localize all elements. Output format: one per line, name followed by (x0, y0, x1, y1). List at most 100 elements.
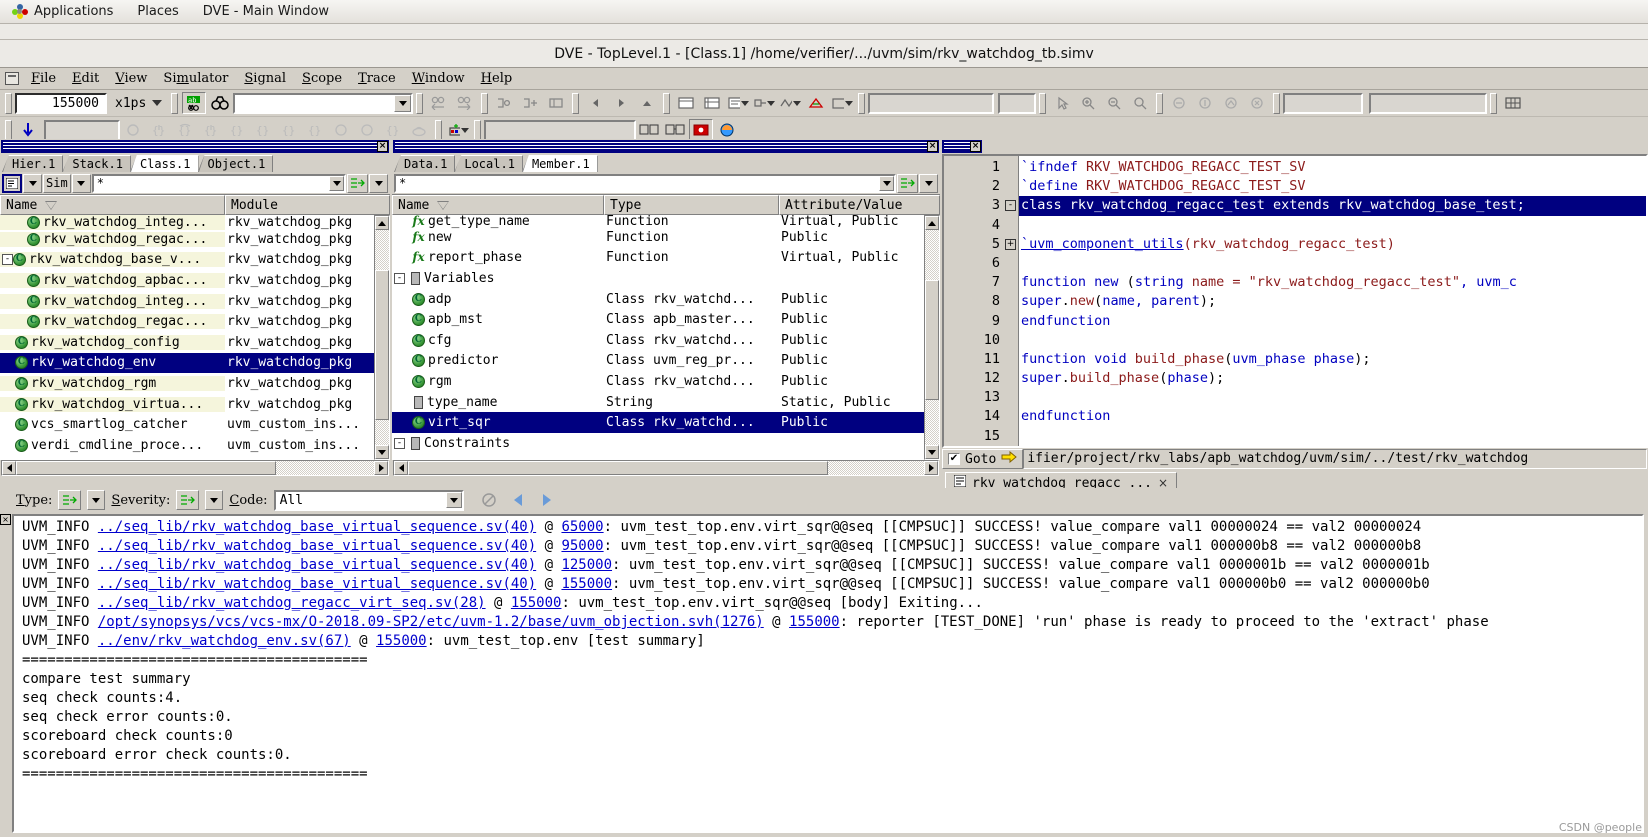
code-line[interactable]: super.new(name, parent); (1019, 292, 1646, 311)
toolbar-blank-field-1[interactable] (868, 93, 994, 114)
table-row[interactable]: Crkv_watchdog_regac...rkv_watchdog_pkg (0, 311, 374, 332)
member-panel-close-icon[interactable]: × (927, 141, 938, 152)
toolbar2-grip-2-icon[interactable] (435, 120, 442, 141)
log-severity-filter-button[interactable] (176, 490, 199, 510)
next-match-icon[interactable] (453, 92, 477, 114)
prev-match-icon[interactable] (427, 92, 451, 114)
class-filter-input[interactable]: * (92, 174, 346, 193)
step-over-icon[interactable]: {} (173, 119, 197, 141)
toolbar-grip-7-icon[interactable] (858, 93, 865, 114)
toolbar-grip-1-icon[interactable] (5, 93, 12, 114)
toolbar-grip-6-icon[interactable] (663, 93, 670, 114)
tab-data-1[interactable]: Data.1 (394, 155, 455, 172)
log-link[interactable]: ../seq_lib/rkv_watchdog_regacc_virt_seq.… (98, 595, 486, 611)
member-scroll-up-icon[interactable] (925, 216, 939, 230)
zoom-in-icon[interactable] (1076, 92, 1100, 114)
places-menu[interactable]: Places (125, 2, 190, 21)
class-hscroll-right-icon[interactable] (374, 461, 388, 475)
log-code-dropdown-icon[interactable] (446, 492, 462, 508)
table-row[interactable]: type_nameStringStatic, Public (392, 392, 924, 413)
signal-group-icon[interactable] (544, 92, 568, 114)
table-row[interactable]: Capb_mstClass apb_master...Public (392, 309, 924, 330)
log-link[interactable]: 155000 (561, 576, 612, 592)
member-scroll-track[interactable] (925, 230, 939, 445)
code-line[interactable]: `define RKV_WATCHDOG_REGACC_TEST_SV (1019, 177, 1646, 196)
fold-toggle-icon[interactable]: - (1005, 200, 1016, 211)
member-tree[interactable]: fxget_type_nameFunctionVirtual, Public fx… (392, 215, 924, 460)
member-tree-vscrollbar[interactable] (924, 215, 940, 460)
menu-file[interactable]: File (23, 70, 64, 87)
new-schematic-icon[interactable] (752, 92, 776, 114)
simulation-time-input[interactable]: 155000 (15, 93, 107, 114)
goto-arrow-icon[interactable] (1001, 451, 1017, 467)
log-link[interactable]: ../seq_lib/rkv_watchdog_base_virtual_seq… (98, 519, 536, 535)
code-line[interactable]: function void build_phase(uvm_phase phas… (1019, 350, 1646, 369)
window-task-button[interactable]: DVE - Main Window (191, 2, 341, 21)
cursor-icon[interactable] (1050, 92, 1074, 114)
signal-add-icon[interactable] (492, 92, 516, 114)
toolbar2-grip-1-icon[interactable] (5, 120, 12, 141)
add-signal-icon[interactable] (446, 119, 470, 141)
table-row[interactable]: Crkv_watchdog_regac...rkv_watchdog_pkg (0, 229, 374, 250)
class-scroll-down-icon[interactable] (375, 445, 389, 459)
member-filter-options-dropdown-icon[interactable] (919, 174, 938, 193)
log-link[interactable]: ../seq_lib/rkv_watchdog_base_virtual_seq… (98, 557, 536, 573)
tab-stack-1[interactable]: Stack.1 (62, 155, 131, 172)
class-tree-hscrollbar[interactable] (1, 460, 389, 476)
member-column-attr[interactable]: Attribute/Value (779, 195, 940, 215)
nav-up-icon[interactable] (635, 92, 659, 114)
log-type-dropdown-icon[interactable] (87, 490, 105, 510)
trace-drivers-icon[interactable] (1167, 92, 1191, 114)
menu-scope[interactable]: Scope (294, 70, 350, 87)
log-type-filter-button[interactable] (58, 490, 81, 510)
toolbar2-blank-field[interactable] (44, 120, 120, 141)
log-clear-icon[interactable] (478, 490, 501, 510)
step-into-icon[interactable]: {} (147, 119, 171, 141)
search-dropdown-icon[interactable] (394, 95, 411, 112)
log-link[interactable]: ../seq_lib/rkv_watchdog_base_virtual_seq… (98, 538, 536, 554)
new-source-window-icon[interactable] (726, 92, 750, 114)
menu-edit[interactable]: Edit (64, 70, 107, 87)
member-filter-apply-icon[interactable] (897, 174, 918, 193)
tree-expander-icon[interactable]: - (394, 273, 405, 284)
log-link[interactable]: 155000 (511, 595, 562, 611)
save-session-icon[interactable] (407, 119, 431, 141)
log-next-icon[interactable] (536, 490, 559, 510)
goto-checkbox[interactable]: ✔ (948, 453, 960, 465)
table-row[interactable]: fxget_type_nameFunctionVirtual, Public (392, 215, 924, 227)
menu-help[interactable]: Help (473, 70, 521, 87)
table-row[interactable]: fxreport_phaseFunctionVirtual, Public (392, 248, 924, 269)
sim-scope-dropdown-icon[interactable] (72, 174, 91, 193)
code-line[interactable]: endfunction (1019, 407, 1646, 426)
grid-toggle-icon[interactable] (1501, 92, 1525, 114)
table-row[interactable]: Crkv_watchdog_configrkv_watchdog_pkg (0, 332, 374, 353)
trace-any-edge-icon[interactable] (1219, 92, 1243, 114)
toolbar-grip-2-icon[interactable] (171, 93, 178, 114)
tree-expander-icon[interactable]: - (394, 438, 405, 449)
member-filter-dropdown-icon[interactable] (879, 176, 894, 191)
class-column-name[interactable]: Name (0, 195, 225, 215)
table-row[interactable]: Crkv_watchdog_apbac...rkv_watchdog_pkg (0, 270, 374, 291)
trace-value-icon[interactable] (1245, 92, 1269, 114)
tab-hier-1[interactable]: Hier.1 (2, 155, 63, 172)
toolbar-grip-8-icon[interactable] (1039, 93, 1046, 114)
class-scroll-up-icon[interactable] (375, 216, 389, 230)
record-icon[interactable] (689, 119, 713, 141)
log-link[interactable]: 125000 (561, 557, 612, 573)
trace-loads-icon[interactable] (1193, 92, 1217, 114)
new-path-schematic-icon[interactable] (778, 92, 802, 114)
continue-icon[interactable]: {} (303, 119, 327, 141)
member-hscroll-left-icon[interactable] (394, 461, 408, 475)
member-panel-titlebar[interactable]: × (393, 140, 939, 153)
code-line[interactable]: function new (string name = "rkv_watchdo… (1019, 273, 1646, 292)
code-line[interactable] (1019, 388, 1646, 407)
restart-icon[interactable] (329, 119, 353, 141)
zoom-out-icon[interactable] (1102, 92, 1126, 114)
new-assertion-window-icon[interactable] (804, 92, 828, 114)
fold-toggle-icon[interactable]: + (1005, 239, 1016, 250)
toolbar-page-field[interactable] (998, 93, 1036, 114)
class-filter-dropdown-icon[interactable] (329, 176, 344, 191)
code-line[interactable]: class rkv_watchdog_regacc_test extends r… (1019, 196, 1646, 215)
code-line[interactable] (1019, 427, 1646, 446)
table-row[interactable]: Cvcs_smartlog_catcheruvm_custom_ins... (0, 414, 374, 435)
